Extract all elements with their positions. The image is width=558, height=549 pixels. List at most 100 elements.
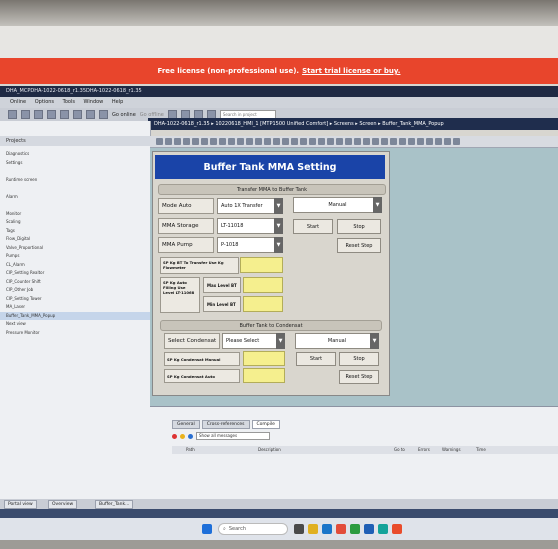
- editor-tool-icon[interactable]: [201, 138, 208, 145]
- redo-icon[interactable]: [73, 110, 82, 119]
- tree-item[interactable]: CL_Alarm: [0, 261, 150, 270]
- tree-item[interactable]: Alarm: [0, 193, 150, 202]
- sp-condensat-auto-input[interactable]: [243, 368, 285, 383]
- warning-filter-icon[interactable]: [180, 433, 185, 439]
- tree-item[interactable]: CIP_Setting Tower: [0, 295, 150, 304]
- compile-icon[interactable]: [86, 110, 95, 119]
- tree-item[interactable]: Runtime screen: [0, 176, 150, 185]
- tree-item[interactable]: Pumps: [0, 252, 150, 261]
- editor-tool-icon[interactable]: [210, 138, 217, 145]
- cut-icon[interactable]: [21, 110, 30, 119]
- editor-tool-icon[interactable]: [345, 138, 352, 145]
- editor-tool-icon[interactable]: [390, 138, 397, 145]
- tree-item[interactable]: Scaling: [0, 218, 150, 227]
- mma-storage-dropdown[interactable]: LT-11018 ▼: [217, 218, 283, 234]
- tree-item[interactable]: Pressure Monitor: [0, 329, 150, 338]
- editor-tool-icon[interactable]: [291, 138, 298, 145]
- tree-item[interactable]: CIP_Counter Shift: [0, 278, 150, 287]
- editor-tool-icon[interactable]: [381, 138, 388, 145]
- chrome-icon[interactable]: [392, 524, 402, 534]
- start-button-1[interactable]: Start: [293, 219, 333, 234]
- mode-auto-dropdown[interactable]: Auto 1X Transfer ▼: [217, 198, 283, 214]
- editor-tool-icon[interactable]: [417, 138, 424, 145]
- save-icon[interactable]: [8, 110, 17, 119]
- editor-tool-icon[interactable]: [255, 138, 262, 145]
- copy-icon[interactable]: [34, 110, 43, 119]
- download-icon[interactable]: [99, 110, 108, 119]
- tree-item[interactable]: Tags: [0, 227, 150, 236]
- buffer-tank-tab[interactable]: Buffer_Tank...: [95, 500, 134, 509]
- editor-tool-icon[interactable]: [327, 138, 334, 145]
- tia-portal-icon[interactable]: [378, 524, 388, 534]
- max-level-input[interactable]: [243, 277, 283, 293]
- sp-flowmeter-input[interactable]: [240, 257, 283, 273]
- min-level-input[interactable]: [243, 296, 283, 312]
- editor-tool-icon[interactable]: [354, 138, 361, 145]
- editor-tool-icon[interactable]: [156, 138, 163, 145]
- reset-step-button-1[interactable]: Reset Step: [337, 238, 381, 253]
- portal-view-tab[interactable]: Portal view: [4, 500, 37, 509]
- mma-pump-dropdown[interactable]: P-1018 ▼: [217, 237, 283, 253]
- editor-tool-icon[interactable]: [273, 138, 280, 145]
- info-filter-icon[interactable]: [188, 433, 193, 439]
- tree-item[interactable]: MA_Laser: [0, 303, 150, 312]
- tree-item[interactable]: [0, 184, 150, 193]
- license-link[interactable]: Start trial license or buy.: [302, 67, 400, 75]
- editor-tool-icon[interactable]: [372, 138, 379, 145]
- menu-online[interactable]: Online: [10, 99, 26, 105]
- go-offline-button[interactable]: Go offline: [140, 112, 164, 118]
- file-explorer-icon[interactable]: [308, 524, 318, 534]
- editor-tool-icon[interactable]: [453, 138, 460, 145]
- message-filter-select[interactable]: Show all messages: [196, 432, 270, 440]
- editor-tool-icon[interactable]: [192, 138, 199, 145]
- tree-item[interactable]: Diagnostics: [0, 150, 150, 159]
- tree-item[interactable]: Valve_Proportional: [0, 244, 150, 253]
- stop-button-2[interactable]: Stop: [339, 352, 379, 366]
- tab-general[interactable]: General: [172, 420, 200, 429]
- editor-tool-icon[interactable]: [228, 138, 235, 145]
- select-condensat-dropdown[interactable]: Please Select ▼: [222, 333, 285, 349]
- editor-tool-icon[interactable]: [219, 138, 226, 145]
- sp-condensat-manual-input[interactable]: [243, 351, 285, 366]
- undo-icon[interactable]: [60, 110, 69, 119]
- tree-item[interactable]: Buffer_Tank_MMA_Popup: [0, 311, 150, 320]
- menu-tools[interactable]: Tools: [63, 99, 75, 105]
- overview-tab[interactable]: Overview: [48, 500, 78, 509]
- excel-icon[interactable]: [350, 524, 360, 534]
- store-icon[interactable]: [336, 524, 346, 534]
- tab-compile[interactable]: Compile: [251, 420, 280, 429]
- tree-item[interactable]: Next view: [0, 320, 150, 329]
- tree-item[interactable]: CIP_Setting Realtor: [0, 269, 150, 278]
- editor-tool-icon[interactable]: [282, 138, 289, 145]
- editor-tool-icon[interactable]: [363, 138, 370, 145]
- tree-item[interactable]: Flow_Digital: [0, 235, 150, 244]
- tree-item[interactable]: [0, 201, 150, 210]
- manual-dropdown-1[interactable]: Manual ▼: [293, 197, 382, 213]
- paste-icon[interactable]: [47, 110, 56, 119]
- tree-item[interactable]: Monitor: [0, 210, 150, 219]
- taskbar-search[interactable]: ⌕ Search: [218, 523, 288, 535]
- windows-start-icon[interactable]: [202, 524, 212, 534]
- start-button-2[interactable]: Start: [296, 352, 336, 366]
- editor-tool-icon[interactable]: [264, 138, 271, 145]
- menu-help[interactable]: Help: [112, 99, 123, 105]
- tree-item[interactable]: [0, 167, 150, 176]
- task-view-icon[interactable]: [294, 524, 304, 534]
- tree-item[interactable]: Settings: [0, 159, 150, 168]
- editor-tool-icon[interactable]: [336, 138, 343, 145]
- menu-options[interactable]: Options: [35, 99, 54, 105]
- editor-tool-icon[interactable]: [246, 138, 253, 145]
- editor-tool-icon[interactable]: [165, 138, 172, 145]
- editor-tool-icon[interactable]: [399, 138, 406, 145]
- edge-icon[interactable]: [322, 524, 332, 534]
- editor-tool-icon[interactable]: [174, 138, 181, 145]
- editor-tool-icon[interactable]: [300, 138, 307, 145]
- editor-tool-icon[interactable]: [444, 138, 451, 145]
- menu-window[interactable]: Window: [84, 99, 104, 105]
- tree-item[interactable]: CIP_Other Job: [0, 286, 150, 295]
- editor-tool-icon[interactable]: [435, 138, 442, 145]
- manual-dropdown-2[interactable]: Manual ▼: [295, 333, 379, 349]
- editor-tool-icon[interactable]: [318, 138, 325, 145]
- editor-tool-icon[interactable]: [408, 138, 415, 145]
- error-filter-icon[interactable]: [172, 433, 177, 439]
